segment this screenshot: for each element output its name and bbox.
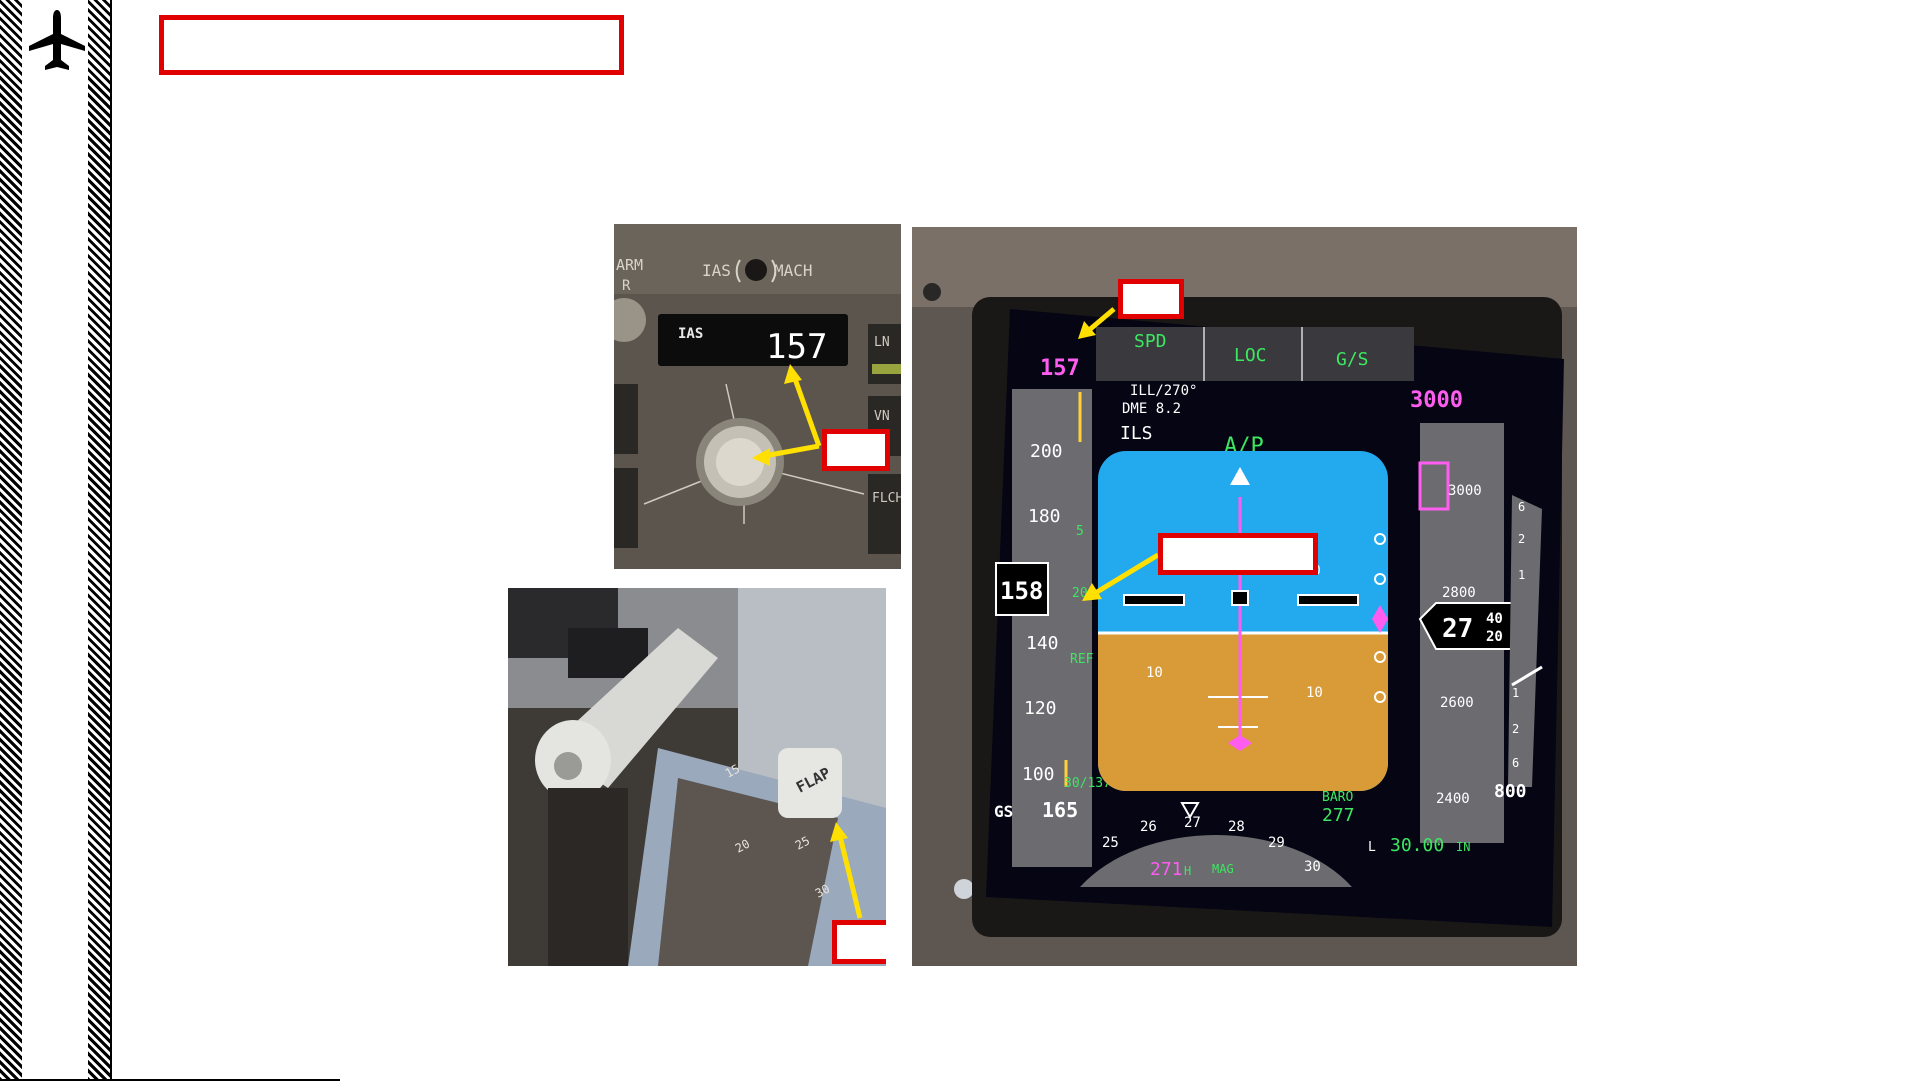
- dme-readout: DME 8.2: [1122, 401, 1181, 417]
- mach-label: MACH: [774, 261, 813, 280]
- pitch-10-left: 10: [1146, 665, 1163, 681]
- alt-tick-2600: 2600: [1440, 695, 1474, 711]
- fma-vertical: G/S: [1336, 349, 1369, 370]
- window-ias-label: IAS: [678, 326, 703, 342]
- vs-tick-6-up: 6: [1518, 500, 1525, 514]
- hdg-25: 25: [1102, 835, 1119, 851]
- airplane-icon: [29, 10, 85, 70]
- ref-bug: REF: [1070, 652, 1094, 667]
- knob-callout-box: [822, 429, 890, 471]
- ias-mach-toggle-button[interactable]: [745, 259, 767, 281]
- hdg-26: 26: [1140, 819, 1157, 835]
- speed-tape-callout-box: [1158, 533, 1318, 575]
- ground-speed: 165: [1042, 798, 1078, 822]
- speed-tick-200: 200: [1030, 441, 1063, 462]
- vs-tick-1-up: 1: [1518, 568, 1525, 582]
- hdg-29: 29: [1268, 835, 1285, 851]
- alt-tick-2400: 2400: [1436, 791, 1470, 807]
- hdg-27: 27: [1184, 815, 1201, 831]
- left-rail-hatch-inner: [88, 0, 110, 1081]
- flap-callout-box: [832, 920, 886, 964]
- flap-lever-photo: 15 20 25 30 FLAP: [508, 588, 886, 966]
- baro-setting: 30.00: [1390, 835, 1444, 856]
- ils-label: ILS: [1120, 423, 1153, 444]
- selected-altitude: 3000: [1410, 388, 1463, 413]
- title-callout-box: [159, 15, 624, 75]
- fma-lateral: LOC: [1234, 345, 1267, 366]
- baro-label: BARO: [1322, 790, 1353, 805]
- gs-label: GS: [994, 802, 1013, 821]
- ias-label: IAS: [702, 261, 731, 280]
- alt-roll-bottom: 20: [1486, 629, 1503, 645]
- vs-tick-2-up: 2: [1518, 532, 1525, 546]
- pitch-10-right: 10: [1306, 685, 1323, 701]
- vs-tick-1-down: 1: [1512, 686, 1519, 700]
- alt-bug-3000: 3000: [1448, 483, 1482, 499]
- hdg-30: 30: [1304, 859, 1321, 875]
- vertical-speed-value: 800: [1494, 781, 1527, 802]
- current-speed: 158: [1000, 577, 1043, 605]
- left-rail: [22, 0, 88, 1081]
- speed-tick-100: 100: [1022, 764, 1055, 785]
- fma-speed: SPD: [1134, 331, 1167, 352]
- speed-tick-180: 180: [1028, 506, 1061, 527]
- selected-speed-callout-box: [1118, 279, 1184, 319]
- vnav-label: VN: [874, 409, 890, 424]
- lnav-label: LN: [874, 335, 890, 350]
- selected-speed: 157: [1040, 356, 1080, 381]
- current-altitude: 27: [1442, 614, 1473, 644]
- baro-minimums: 277: [1322, 805, 1355, 826]
- heading-mag: MAG: [1212, 862, 1234, 876]
- speed-tick-120: 120: [1024, 698, 1057, 719]
- flch-label: FLCH: [872, 491, 901, 506]
- arm-label: ARM: [616, 256, 643, 274]
- attitude-indicator: [1098, 451, 1388, 791]
- baro-unit: IN: [1456, 840, 1470, 854]
- pfd-photo: SPD LOC G/S 157 3000 ILL/270° DME 8.2 IL…: [912, 227, 1577, 966]
- baro-l-label: L: [1368, 840, 1376, 855]
- alt-tick-2800: 2800: [1442, 585, 1476, 601]
- left-rail-hatch: [0, 0, 22, 1081]
- ils-ident: ILL/270°: [1130, 383, 1197, 399]
- vs-tick-2-down: 2: [1512, 722, 1519, 736]
- mcp-speed-photo: ARM R IAS MACH IAS 157 LN VN FLCH: [614, 224, 901, 569]
- alt-roll-top: 40: [1486, 611, 1503, 627]
- heading-h: H: [1184, 864, 1191, 878]
- selected-heading: 271: [1150, 859, 1183, 880]
- selected-speed-readout: 157: [766, 327, 827, 367]
- rail-divider: [110, 0, 112, 1081]
- speed-bug-5: 5: [1076, 524, 1084, 539]
- hdg-28: 28: [1228, 819, 1245, 835]
- speed-tick-140: 140: [1026, 633, 1059, 654]
- r-label: R: [622, 278, 631, 294]
- vs-tick-6-down: 6: [1512, 756, 1519, 770]
